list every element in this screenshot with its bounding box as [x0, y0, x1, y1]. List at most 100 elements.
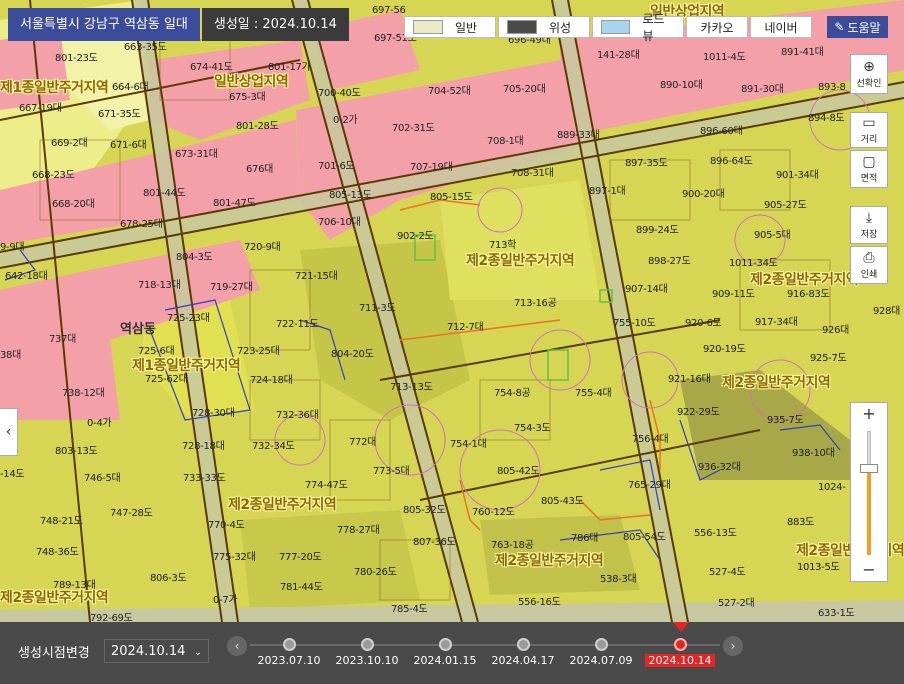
parcel-label: 805-42도	[497, 466, 540, 477]
zone-label: 제2종일반주거지역	[466, 253, 575, 269]
parcel-label: 897-1대	[589, 186, 626, 197]
distance-button[interactable]: ▭ 거리	[850, 112, 888, 148]
parcel-label: 728-18대	[182, 441, 225, 452]
timeline-date-label[interactable]: 2024.01.15	[410, 654, 480, 667]
timeline-date-label[interactable]: 2024.04.17	[488, 654, 558, 667]
timeline-point[interactable]	[361, 638, 374, 651]
timeline-date-label[interactable]: 2024.07.09	[566, 654, 636, 667]
zoom-slider-handle[interactable]	[860, 464, 878, 474]
save-button[interactable]: ⤓ 저장	[850, 206, 888, 244]
parcel-label: 755-4대	[575, 388, 612, 399]
map-type-roadview-button[interactable]: 로드뷰	[592, 12, 684, 43]
satellite-map-thumb-icon	[507, 20, 537, 34]
parcel-label: 789-13대	[53, 580, 96, 591]
parcel-label: 708-1대	[487, 136, 524, 147]
parcel-label: 804-3도	[176, 252, 213, 263]
parcel-label: 712-7대	[447, 322, 484, 333]
parcel-label: 781-44도	[280, 582, 323, 593]
parcel-label: 1011-4도	[703, 52, 746, 63]
timeline-next-button[interactable]: ›	[723, 636, 743, 656]
ruler-icon: ▭	[862, 114, 876, 131]
parcel-label: 763-18공	[491, 540, 534, 551]
map-type-switcher: 일반 위성 로드뷰 카카오 네이버	[404, 12, 814, 43]
parcel-label: 792-69도	[90, 613, 133, 622]
zoning-map[interactable]: 역삼동 제1종일반주거지역 일반상업지역 제2종일반주거지역 제1종일반주거지역…	[0, 0, 904, 622]
map-title-box: 서울특별시 강남구 역삼동 일대 생성일 : 2024.10.14	[8, 8, 349, 41]
timeline-point[interactable]	[517, 638, 530, 651]
plus-circle-icon: ⊕	[863, 58, 875, 75]
selected-date: 2024.10.14	[111, 644, 186, 659]
parcel-label: 720-9대	[244, 242, 281, 253]
parcel-label: 896-60대	[700, 126, 743, 137]
parcel-label: 801-23도	[55, 53, 98, 64]
parcel-label: 1011-34도	[729, 258, 778, 269]
timeline-date-label[interactable]: 2023.10.10	[332, 654, 402, 667]
timeline-point[interactable]	[283, 638, 296, 651]
parcel-label: 786대	[571, 533, 599, 544]
parcel-label: 801-28도	[236, 121, 279, 132]
parcel-label: 1013-5도	[797, 562, 840, 573]
map-type-satellite-button[interactable]: 위성	[498, 16, 590, 38]
map-type-label: 위성	[549, 20, 572, 35]
parcel-label: 671-35도	[98, 109, 141, 120]
timeline-prev-button[interactable]: ‹	[227, 636, 247, 656]
map-type-label: 로드뷰	[642, 12, 665, 43]
timeline-point[interactable]	[595, 638, 608, 651]
parcel-label: 633-1도	[818, 608, 855, 619]
parcel-label: 938-10대	[792, 448, 835, 459]
parcel-label: 711-3도	[359, 303, 396, 314]
parcel-label: 926대	[822, 325, 850, 336]
timeline-date-label[interactable]: 2023.07.10	[254, 654, 324, 667]
timeline-bar: 생성시점변경 2024.10.14 ⌄ ‹ 2023.07.10 2023.10.…	[0, 622, 904, 684]
parcel-label: 778-27대	[337, 525, 380, 536]
parcel-label: 732-36대	[276, 410, 319, 421]
parcel-label: 676대	[246, 164, 274, 175]
parcel-label: 777-20도	[279, 552, 322, 563]
zone-label: 제2종일반주거지역	[495, 553, 604, 569]
parcel-label: 674-41도	[190, 62, 233, 73]
location-title: 서울특별시 강남구 역삼동 일대	[8, 8, 200, 41]
parcel-label: 669-2대	[51, 138, 88, 149]
parcel-label: 772대	[349, 437, 377, 448]
area-button[interactable]: ▢ 면적	[850, 150, 888, 188]
parcel-label: 702-31도	[392, 123, 435, 134]
zoom-out-button[interactable]: −	[851, 559, 887, 581]
parcel-label: 905-5대	[754, 230, 791, 241]
parcel-label: 902-2도	[397, 231, 434, 242]
parcel-label: -14도	[0, 469, 25, 480]
parcel-label: 917-34대	[755, 317, 798, 328]
parcel-label: 801-17가	[268, 62, 311, 73]
parcel-label: 773-5대	[373, 466, 410, 477]
roadview-map-thumb-icon	[601, 20, 631, 34]
map-type-general-button[interactable]: 일반	[404, 16, 496, 38]
timeline-date-label[interactable]: 2024.10.14	[645, 654, 715, 667]
zoom-in-button[interactable]: +	[851, 403, 887, 425]
parcel-label: 527-4도	[709, 567, 746, 578]
select-check-button[interactable]: ⊕ 선확인	[850, 54, 888, 94]
timeline-point[interactable]	[674, 638, 687, 651]
parcel-label: 936-32대	[698, 462, 741, 473]
parcel-label: 754-8공	[494, 388, 531, 399]
map-type-kakao-button[interactable]: 카카오	[686, 16, 748, 38]
parcel-label: 891-30대	[741, 84, 784, 95]
parcel-label: 935-7도	[767, 415, 804, 426]
parcel-label: 701-6도	[318, 161, 355, 172]
chevron-down-icon: ⌄	[193, 647, 202, 658]
parcel-label: 556-13도	[694, 528, 737, 539]
help-button[interactable]: ✎ 도움말	[827, 16, 888, 38]
parcel-label: 760-12도	[472, 507, 515, 518]
parcel-label: 891-41대	[781, 47, 824, 58]
timeline-date-select[interactable]: 2024.10.14 ⌄	[104, 639, 209, 663]
parcel-label: 801-44도	[143, 188, 186, 199]
timeline-point[interactable]	[439, 638, 452, 651]
print-button[interactable]: ⎙ 인쇄	[850, 246, 888, 284]
parcel-label: 883도	[787, 517, 815, 528]
parcel-label: 747-28도	[110, 508, 153, 519]
parcel-label: 805-43도	[541, 496, 584, 507]
parcel-label: 754-3도	[514, 423, 551, 434]
parcel-label: 1024-	[818, 482, 846, 493]
parcel-label: 678-25대	[120, 219, 163, 230]
map-type-naver-button[interactable]: 네이버	[750, 16, 812, 38]
parcel-label: 806-3도	[150, 573, 187, 584]
panel-toggle-button[interactable]: ‹	[0, 408, 18, 456]
